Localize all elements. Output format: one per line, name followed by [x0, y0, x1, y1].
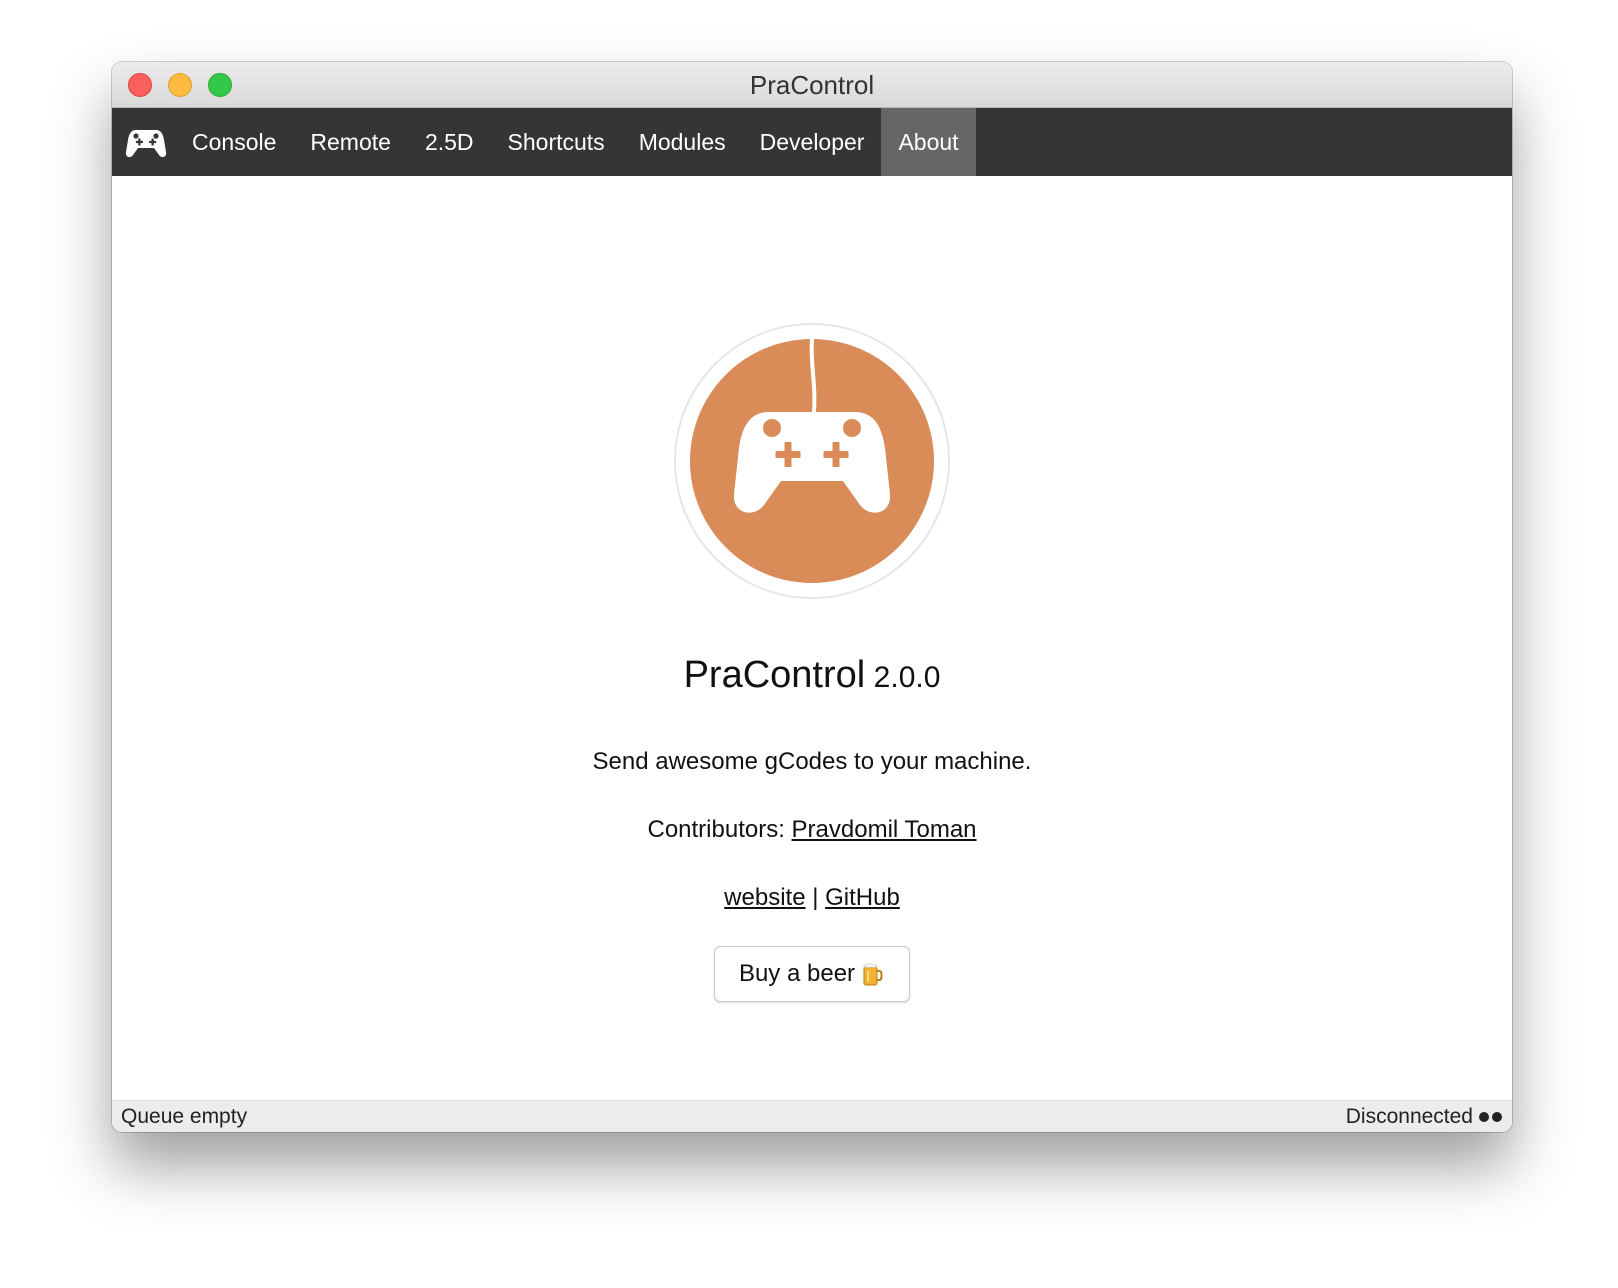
nav-menu: Console Remote 2.5D Shortcuts Modules De…: [175, 108, 976, 176]
minimize-window-button[interactable]: [168, 73, 192, 97]
nav-item-shortcuts[interactable]: Shortcuts: [491, 108, 622, 176]
window-title: PraControl: [749, 70, 875, 100]
tagline: Send awesome gCodes to your machine.: [592, 748, 1032, 775]
website-link[interactable]: website: [724, 884, 805, 911]
app-window: PraControl Console Remote 2.5D Shortcuts…: [112, 62, 1512, 1132]
nav-item-about[interactable]: About: [881, 108, 976, 176]
link-separator: |: [812, 884, 819, 911]
nav-item-remote[interactable]: Remote: [293, 108, 408, 176]
nav-item-modules[interactable]: Modules: [622, 108, 743, 176]
app-name: PraControl: [683, 654, 866, 696]
about-page: PraControl 2.0.0 Send awesome gCodes to …: [112, 176, 1512, 1100]
buy-a-beer-button[interactable]: Buy a beer: [714, 946, 910, 1002]
status-bar: Queue empty Disconnected: [112, 1100, 1512, 1132]
contributor-link[interactable]: Pravdomil Toman: [792, 816, 977, 843]
app-logo-gamepad-icon: [674, 323, 950, 599]
contributors-label: Contributors:: [647, 816, 785, 843]
beer-button-label: Buy a beer: [738, 960, 856, 987]
close-window-button[interactable]: [128, 73, 152, 97]
title-bar[interactable]: PraControl: [112, 62, 1512, 108]
zoom-window-button[interactable]: [208, 73, 232, 97]
gamepad-icon[interactable]: [124, 122, 168, 162]
connection-indicator-icon: [1479, 1111, 1502, 1122]
beer-mug-icon: [863, 963, 883, 986]
app-name-heading: PraControl 2.0.0: [112, 654, 1512, 697]
app-version: 2.0.0: [873, 661, 941, 694]
nav-item-2-5d[interactable]: 2.5D: [408, 108, 491, 176]
links-line: website | GitHub: [112, 884, 1512, 912]
navbar: Console Remote 2.5D Shortcuts Modules De…: [112, 108, 1512, 176]
github-link[interactable]: GitHub: [825, 884, 900, 911]
connection-status: Disconnected: [1345, 1105, 1473, 1128]
connection-status-group: Disconnected: [1346, 1101, 1502, 1132]
contributors-line: Contributors: Pravdomil Toman: [112, 816, 1512, 844]
nav-item-console[interactable]: Console: [175, 108, 293, 176]
queue-status: Queue empty: [121, 1105, 248, 1128]
nav-item-developer[interactable]: Developer: [743, 108, 882, 176]
